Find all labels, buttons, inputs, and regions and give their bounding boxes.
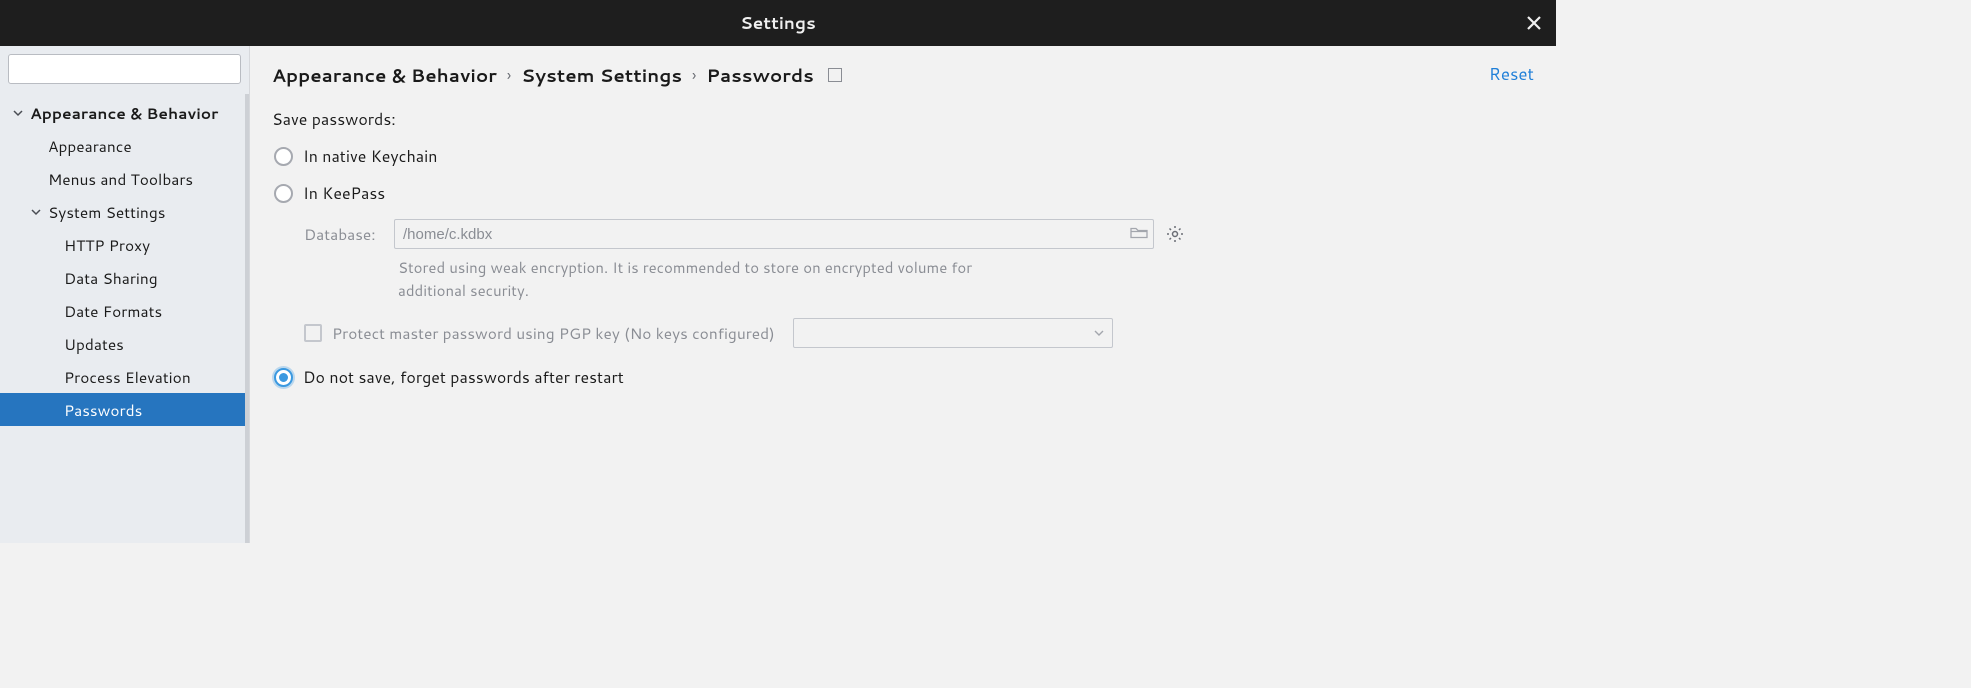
checkbox-icon (304, 324, 322, 342)
tree-item-label: HTTP Proxy (64, 234, 150, 256)
database-label: Database: (304, 223, 384, 245)
chevron-down-icon (10, 108, 26, 118)
gear-icon (1166, 225, 1184, 243)
tree-item-appearance[interactable]: Appearance (0, 129, 249, 162)
tree-item-passwords[interactable]: Passwords (0, 393, 249, 426)
window-icon (828, 68, 842, 82)
tree-item-label: Date Formats (64, 300, 162, 322)
breadcrumb-part: Passwords (706, 62, 813, 88)
radio-label: In native Keychain (303, 145, 437, 168)
tree-item-date-formats[interactable]: Date Formats (0, 294, 249, 327)
section-label: Save passwords: (272, 108, 1534, 131)
chevron-right-icon: › (507, 64, 511, 87)
encryption-hint: Stored using weak encryption. It is reco… (398, 257, 998, 302)
breadcrumb: Appearance & Behavior › System Settings … (272, 62, 1534, 88)
tree-item-appearance-behavior[interactable]: Appearance & Behavior (0, 96, 249, 129)
pgp-key-select (793, 318, 1113, 348)
tree-item-menus-and-toolbars[interactable]: Menus and Toolbars (0, 162, 249, 195)
tree-item-label: Passwords (64, 399, 142, 421)
window-title: Settings (740, 11, 816, 35)
settings-gear-button[interactable] (1164, 223, 1186, 245)
settings-content: Appearance & Behavior › System Settings … (250, 46, 1556, 543)
pgp-checkbox-row: Protect master password using PGP key (N… (304, 318, 1534, 348)
tree-item-label: Updates (64, 333, 124, 355)
settings-sidebar: Appearance & Behavior Appearance Menus and… (0, 46, 250, 543)
tree-item-label: Data Sharing (64, 267, 158, 289)
option-do-not-save[interactable]: Do not save, forget passwords after rest… (272, 366, 1534, 389)
radio-icon (274, 147, 293, 166)
breadcrumb-part[interactable]: System Settings (521, 62, 682, 88)
tree-item-updates[interactable]: Updates (0, 327, 249, 360)
pgp-checkbox-label: Protect master password using PGP key (N… (332, 322, 775, 344)
reset-link[interactable]: Reset (1489, 62, 1534, 86)
titlebar: Settings (0, 0, 1556, 46)
database-input (394, 219, 1154, 249)
radio-label: Do not save, forget passwords after rest… (303, 366, 624, 389)
radio-label: In KeePass (303, 182, 385, 205)
chevron-down-icon (28, 207, 44, 217)
close-icon (1527, 16, 1541, 30)
radio-icon (274, 184, 293, 203)
search-input[interactable] (8, 54, 241, 84)
breadcrumb-part[interactable]: Appearance & Behavior (272, 62, 497, 88)
tree-item-process-elevation[interactable]: Process Elevation (0, 360, 249, 393)
tree-item-data-sharing[interactable]: Data Sharing (0, 261, 249, 294)
chevron-down-icon (1094, 330, 1104, 336)
folder-icon (1130, 224, 1148, 245)
tree-item-system-settings[interactable]: System Settings (0, 195, 249, 228)
settings-tree: Appearance & Behavior Appearance Menus and… (0, 90, 249, 543)
close-button[interactable] (1524, 13, 1544, 33)
tree-item-http-proxy[interactable]: HTTP Proxy (0, 228, 249, 261)
tree-item-label: Appearance & Behavior (30, 102, 218, 124)
option-native-keychain[interactable]: In native Keychain (272, 145, 1534, 168)
tree-item-label: System Settings (48, 201, 165, 223)
tree-item-label: Process Elevation (64, 366, 191, 388)
tree-item-label: Appearance (48, 135, 132, 157)
tree-item-label: Menus and Toolbars (48, 168, 193, 190)
radio-icon (274, 368, 293, 387)
chevron-right-icon: › (692, 64, 696, 87)
option-keepass[interactable]: In KeePass (272, 182, 1534, 205)
